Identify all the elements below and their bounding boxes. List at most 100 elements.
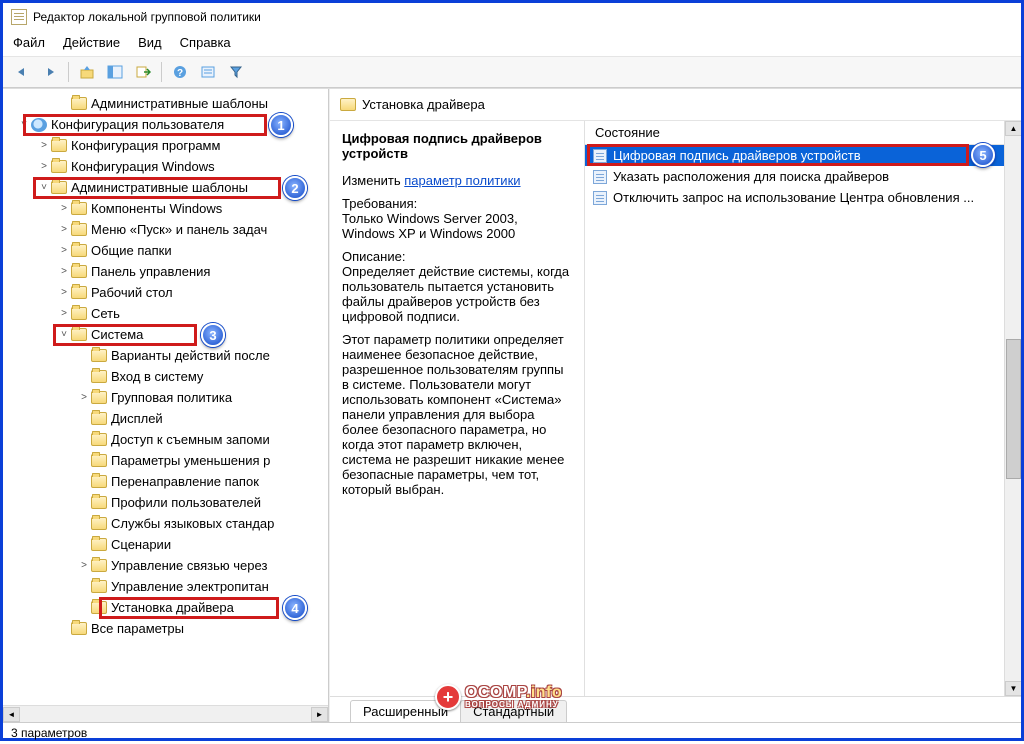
tree-item[interactable]: Доступ к съемным запоми <box>7 429 328 450</box>
detail-header: Установка драйвера <box>330 89 1021 121</box>
tree-item[interactable]: >Компоненты Windows <box>7 198 328 219</box>
edit-label: Изменить <box>342 173 401 188</box>
scrollbar-thumb[interactable] <box>1006 339 1021 479</box>
tree-item[interactable]: > Панель управления <box>7 261 328 282</box>
user-icon <box>31 118 47 132</box>
column-header-state[interactable]: Состояние <box>585 121 1021 145</box>
tree-item-label: Общие папки <box>91 242 172 260</box>
tree-item[interactable]: > Рабочий стол <box>7 282 328 303</box>
filter-button[interactable] <box>223 60 249 84</box>
export-list-button[interactable] <box>130 60 156 84</box>
tree-item[interactable]: ˅Система <box>7 324 328 345</box>
description-text-2: Этот параметр политики определяет наимен… <box>342 332 572 497</box>
folder-icon <box>91 559 107 572</box>
tree-item-label: Профили пользователей <box>111 494 261 512</box>
caret-icon[interactable]: > <box>77 559 91 573</box>
folder-icon <box>91 580 107 593</box>
tree-item[interactable]: > Конфигурация Windows <box>7 156 328 177</box>
detail-pane: Установка драйвера Цифровая подпись драй… <box>329 89 1021 722</box>
caret-icon[interactable]: > <box>57 307 71 321</box>
tree-item-label: Конфигурация Windows <box>71 158 215 176</box>
tree-item[interactable]: > Общие папки <box>7 240 328 261</box>
menu-action[interactable]: Действие <box>63 35 120 50</box>
tree-item[interactable]: Управление электропитан <box>7 576 328 597</box>
detail-description-panel: Цифровая подпись драйверов устройств Изм… <box>330 121 584 696</box>
window-title: Редактор локальной групповой политики <box>33 10 261 24</box>
app-icon <box>11 9 27 25</box>
tree-item-label: Конфигурация программ <box>71 137 220 155</box>
tree-item-label: Доступ к съемным запоми <box>111 431 270 449</box>
caret-icon[interactable]: > <box>57 244 71 258</box>
properties-button[interactable] <box>195 60 221 84</box>
caret-icon[interactable]: > <box>57 202 71 216</box>
detail-tabs: Расширенный Стандартный <box>330 696 1021 722</box>
caret-icon[interactable]: > <box>37 160 51 174</box>
folder-icon <box>71 307 87 320</box>
caret-icon[interactable]: ˅ <box>37 181 51 195</box>
tree-item[interactable]: > Сеть <box>7 303 328 324</box>
setting-row[interactable]: Цифровая подпись драйверов устройств <box>585 145 1021 166</box>
folder-icon <box>71 265 87 278</box>
folder-icon <box>51 139 67 152</box>
tree-item[interactable]: Все параметры <box>7 618 328 639</box>
back-button[interactable] <box>9 60 35 84</box>
tree-item[interactable]: Дисплей <box>7 408 328 429</box>
tree-item-label: Панель управления <box>91 263 210 281</box>
caret-icon[interactable]: > <box>37 139 51 153</box>
tree-item[interactable]: Перенаправление папок <box>7 471 328 492</box>
setting-row[interactable]: Отключить запрос на использование Центра… <box>585 187 1021 208</box>
tree-item[interactable]: Административные шаблоны <box>7 93 328 114</box>
folder-icon <box>340 98 356 111</box>
scroll-up-icon[interactable]: ▲ <box>1005 121 1021 136</box>
caret-icon[interactable]: ˅ <box>57 328 71 342</box>
folder-icon <box>71 202 87 215</box>
caret-icon[interactable]: > <box>57 265 71 279</box>
tree-item[interactable]: > Конфигурация программ <box>7 135 328 156</box>
scroll-down-icon[interactable]: ▼ <box>1005 681 1021 696</box>
svg-text:?: ? <box>177 68 183 79</box>
toolbar: ? <box>3 56 1021 88</box>
tree-item[interactable]: Вход в систему <box>7 366 328 387</box>
tree-item-label: Службы языковых стандар <box>111 515 274 533</box>
tree-item[interactable]: >Групповая политика <box>7 387 328 408</box>
tree-item[interactable]: Установка драйвера <box>7 597 328 618</box>
tree-item-label: Управление связью через <box>111 557 267 575</box>
setting-row[interactable]: Указать расположения для поиска драйверо… <box>585 166 1021 187</box>
folder-icon <box>71 328 87 341</box>
tree-item[interactable]: Службы языковых стандар <box>7 513 328 534</box>
caret-icon[interactable]: > <box>77 391 91 405</box>
detail-header-title: Установка драйвера <box>362 97 485 112</box>
tree-item[interactable]: Профили пользователей <box>7 492 328 513</box>
show-hide-tree-button[interactable] <box>102 60 128 84</box>
tree-item[interactable]: Параметры уменьшения р <box>7 450 328 471</box>
edit-policy-link[interactable]: параметр политики <box>404 173 520 188</box>
caret-icon[interactable]: > <box>57 223 71 237</box>
caret-icon[interactable]: > <box>57 286 71 300</box>
vertical-scrollbar[interactable]: ▲ ▼ <box>1004 121 1021 696</box>
policy-icon <box>593 149 607 163</box>
tree-item[interactable]: Варианты действий после <box>7 345 328 366</box>
scroll-right-icon[interactable]: ► <box>311 707 328 722</box>
tree-item-label: Сеть <box>91 305 120 323</box>
menu-file[interactable]: Файл <box>13 35 45 50</box>
folder-icon <box>91 601 107 614</box>
scroll-left-icon[interactable]: ◄ <box>3 707 20 722</box>
tree[interactable]: Административные шаблоны˅Конфигурация по… <box>3 89 328 687</box>
menu-view[interactable]: Вид <box>138 35 162 50</box>
settings-list-panel: Состояние Цифровая подпись драйверов уст… <box>584 121 1021 696</box>
tree-item[interactable]: Сценарии <box>7 534 328 555</box>
folder-icon <box>91 412 107 425</box>
forward-button[interactable] <box>37 60 63 84</box>
tree-item[interactable]: > Управление связью через <box>7 555 328 576</box>
tree-item-label: Рабочий стол <box>91 284 173 302</box>
tree-item-label: Управление электропитан <box>111 578 269 596</box>
horizontal-scrollbar[interactable]: ◄ ► <box>3 705 328 722</box>
caret-icon[interactable]: ˅ <box>17 118 31 132</box>
setting-label: Цифровая подпись драйверов устройств <box>613 148 861 163</box>
help-button[interactable]: ? <box>167 60 193 84</box>
up-button[interactable] <box>74 60 100 84</box>
tree-item[interactable]: ˅Административные шаблоны <box>7 177 328 198</box>
folder-icon <box>91 475 107 488</box>
tree-item[interactable]: >Меню «Пуск» и панель задач <box>7 219 328 240</box>
menu-help[interactable]: Справка <box>180 35 231 50</box>
